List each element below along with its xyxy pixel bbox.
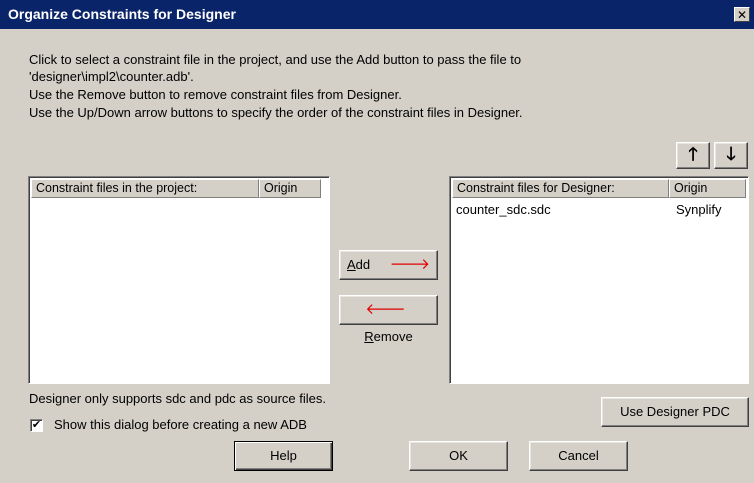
checkmark-icon: ✔ (31, 419, 42, 431)
project-origin-column-label: Origin (264, 181, 298, 195)
move-down-button[interactable]: 🡓 (714, 142, 748, 169)
cancel-button-label: Cancel (558, 448, 599, 463)
list-item[interactable]: counter_sdc.sdc Synplify (452, 200, 746, 220)
add-button[interactable]: Add 🡒 (339, 250, 438, 280)
add-button-label: Add (347, 257, 371, 272)
use-designer-pdc-label: Use Designer PDC (620, 404, 730, 419)
designer-origin-column-label: Origin (674, 181, 708, 195)
instruction-line-2: 'designer\impl2\counter.adb'. (29, 69, 194, 84)
designer-file-column-label: Constraint files for Designer: (457, 181, 615, 195)
close-button[interactable]: ✕ (734, 7, 750, 22)
help-button[interactable]: Help (234, 441, 333, 471)
close-icon: ✕ (736, 8, 748, 22)
instruction-line-1: Click to select a constraint file in the… (29, 52, 522, 67)
right-arrow-icon: 🡒 (389, 256, 430, 273)
designer-constraints-list[interactable]: Constraint files for Designer: Origin co… (449, 176, 749, 384)
support-note: Designer only supports sdc and pdc as so… (29, 391, 326, 406)
project-origin-column-header[interactable]: Origin (259, 179, 321, 198)
instruction-line-4: Use the Up/Down arrow buttons to specify… (29, 105, 523, 120)
remove-button-label: Remove (364, 329, 413, 344)
project-file-column-header[interactable]: Constraint files in the project: (31, 179, 259, 198)
help-button-label: Help (270, 448, 297, 463)
use-designer-pdc-button[interactable]: Use Designer PDC (601, 397, 749, 427)
list-item-origin: Synplify (676, 202, 722, 217)
project-constraints-list[interactable]: Constraint files in the project: Origin (28, 176, 330, 384)
designer-origin-column-header[interactable]: Origin (669, 179, 746, 198)
move-up-button[interactable]: 🡑 (676, 142, 710, 169)
designer-file-column-header[interactable]: Constraint files for Designer: (452, 179, 669, 198)
cancel-button[interactable]: Cancel (529, 441, 628, 471)
title-bar: Organize Constraints for Designer ✕ (0, 0, 754, 29)
instruction-line-3: Use the Remove button to remove constrai… (29, 87, 402, 102)
show-dialog-checkbox[interactable]: ✔ (30, 419, 43, 432)
list-item-file: counter_sdc.sdc (456, 202, 551, 217)
organize-constraints-dialog: Organize Constraints for Designer ✕ Clic… (0, 0, 754, 483)
up-arrow-icon: 🡑 (688, 144, 698, 165)
ok-button[interactable]: OK (409, 441, 508, 471)
left-arrow-icon: 🡐 (365, 301, 406, 318)
ok-button-label: OK (449, 448, 468, 463)
down-arrow-icon: 🡓 (726, 144, 736, 165)
show-dialog-label: Show this dialog before creating a new A… (54, 417, 307, 432)
remove-button[interactable]: 🡐 Remove (339, 295, 438, 344)
project-file-column-label: Constraint files in the project: (36, 181, 198, 195)
window-title: Organize Constraints for Designer (8, 6, 236, 22)
